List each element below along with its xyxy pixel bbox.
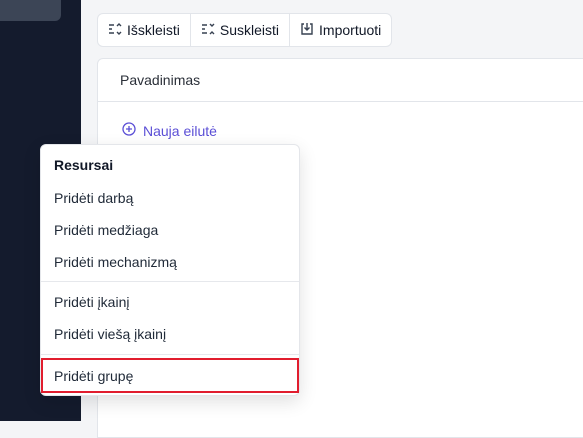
expand-label: Išskleisti <box>127 22 180 38</box>
menu-item-add-rate[interactable]: Pridėti įkainį <box>54 294 129 310</box>
new-row-label: Nauja eilutė <box>143 122 217 139</box>
menu-heading: Resursai <box>54 157 114 173</box>
column-header-name: Pavadinimas <box>98 59 583 102</box>
collapse-icon <box>201 22 215 39</box>
menu-item-add-public-rate[interactable]: Pridėti viešą įkainį <box>54 326 166 342</box>
menu-divider <box>41 281 299 282</box>
plus-circle-icon <box>122 122 136 139</box>
new-row-button[interactable]: Nauja eilutė <box>122 122 217 139</box>
collapse-button[interactable]: Suskleisti <box>191 14 291 46</box>
import-button[interactable]: Importuoti <box>290 14 391 46</box>
toolbar: Išskleisti Suskleisti Importuoti <box>97 13 393 47</box>
import-icon <box>300 22 314 39</box>
sidebar-active-item[interactable] <box>0 0 61 21</box>
collapse-label: Suskleisti <box>219 22 280 38</box>
expand-icon <box>108 22 122 39</box>
import-label: Importuoti <box>319 22 382 38</box>
menu-item-add-group[interactable]: Pridėti grupę <box>54 368 133 384</box>
menu-item-add-work[interactable]: Pridėti darbą <box>54 190 133 206</box>
resources-dropdown-menu: Resursai Pridėti darbą Pridėti medžiaga … <box>40 144 300 396</box>
expand-button[interactable]: Išskleisti <box>98 14 191 46</box>
menu-item-add-material[interactable]: Pridėti medžiaga <box>54 222 158 238</box>
menu-divider <box>41 354 299 355</box>
menu-item-add-mechanism[interactable]: Pridėti mechanizmą <box>54 254 177 270</box>
